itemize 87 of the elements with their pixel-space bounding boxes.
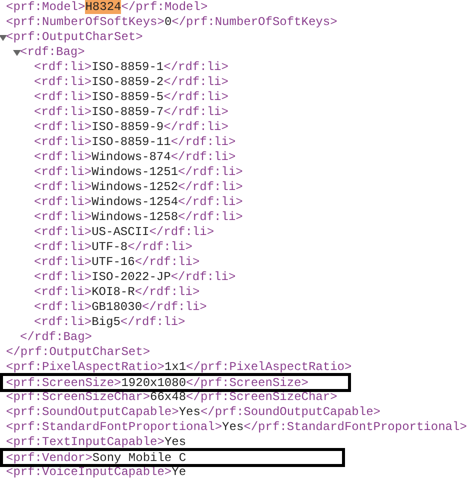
- xml-value: ISO-8859-2: [92, 75, 164, 89]
- xml-tag: <rdf:li>: [34, 90, 92, 104]
- xml-tag: <rdf:li>: [34, 225, 92, 239]
- xml-tag: </rdf:li>: [170, 135, 236, 149]
- xml-tag: </rdf:li>: [178, 165, 243, 179]
- xml-tag: </rdf:li>: [134, 255, 200, 269]
- xml-tag: </prf:ScreenSizeChar>: [186, 390, 338, 404]
- xml-value: 66x48: [150, 390, 186, 404]
- xml-value: Windows-1251: [92, 165, 178, 179]
- xml-tag: <rdf:li>: [34, 75, 92, 89]
- xml-tag: <prf:StandardFontProportional>: [6, 420, 222, 434]
- xml-value: Yes: [222, 420, 244, 434]
- xml-tag: </rdf:li>: [164, 90, 228, 104]
- xml-tag: <rdf:li>: [34, 135, 92, 149]
- xml-tag: </rdf:li>: [178, 210, 243, 224]
- xml-value: GB18030: [92, 300, 142, 314]
- xml-value: Sony Mobile C: [92, 450, 186, 466]
- xml-tag: </rdf:li>: [170, 150, 236, 164]
- xml-tag: </rdf:li>: [178, 195, 243, 209]
- xml-value: Yes: [164, 435, 186, 449]
- xml-value: Big5: [92, 315, 120, 329]
- xml-tag: </rdf:li>: [170, 270, 236, 284]
- xml-tag: </prf:OutputCharSet>: [6, 345, 150, 359]
- xml-tag: <prf:TextInputCapable>: [6, 435, 164, 449]
- xml-tag: <rdf:li>: [34, 315, 92, 329]
- xml-tag: </rdf:li>: [164, 75, 228, 89]
- xml-value: ISO-8859-7: [92, 105, 164, 119]
- xml-value: UTF-8: [92, 240, 128, 254]
- xml-value: 0: [164, 15, 172, 29]
- xml-tag: <rdf:li>: [34, 300, 92, 314]
- xml-tag: <rdf:li>: [34, 255, 92, 269]
- xml-tag: </prf:SoundOutputCapable>: [200, 405, 380, 419]
- xml-tag: </rdf:li>: [142, 300, 207, 314]
- xml-tag: <rdf:li>: [34, 180, 92, 194]
- xml-tag: </rdf:li>: [164, 60, 228, 74]
- xml-tag: </prf:StandardFontProportional>: [244, 420, 467, 434]
- xml-tag: </rdf:li>: [149, 225, 214, 239]
- xml-tag: </rdf:li>: [178, 180, 243, 194]
- xml-value: Windows-1258: [92, 210, 178, 224]
- xml-tag: <rdf:li>: [34, 210, 92, 224]
- xml-value: 1920x1080: [121, 374, 186, 392]
- xml-value: Windows-1252: [92, 180, 178, 194]
- xml-tag: </rdf:li>: [164, 105, 228, 119]
- xml-tag: </prf:NumberOfSoftKeys>: [172, 15, 338, 29]
- xml-value: Windows-1254: [92, 195, 178, 209]
- xml-tag: </prf:PixelAspectRatio>: [186, 360, 352, 374]
- xml-tag: <prf:SoundOutputCapable>: [6, 405, 179, 419]
- xml-tag: <prf:NumberOfSoftKeys>: [6, 15, 164, 29]
- xml-tag: <rdf:li>: [34, 150, 92, 164]
- xml-tag: <prf:OutputCharSet>: [6, 30, 143, 44]
- xml-value: ISO-8859-9: [92, 120, 164, 134]
- xml-tag: </rdf:li>: [164, 120, 228, 134]
- xml-value: 1x1: [164, 360, 186, 374]
- xml-tag: <prf:Model>: [6, 0, 86, 14]
- xml-tag: <prf:ScreenSize>: [6, 374, 122, 392]
- expanded-triangle-icon[interactable]: [13, 49, 21, 57]
- xml-tag: </rdf:Bag>: [20, 330, 92, 344]
- xml-tag: </prf:Model>: [121, 0, 208, 14]
- xml-tag: <rdf:li>: [34, 195, 92, 209]
- xml-tag: <rdf:li>: [34, 165, 92, 179]
- xml-tag: <rdf:Bag>: [20, 45, 85, 59]
- xml-value: ISO-8859-5: [92, 90, 164, 104]
- xml-value: ISO-2022-JP: [92, 270, 171, 284]
- xml-tag: <prf:VoiceInputCapable>: [6, 465, 172, 479]
- xml-value: ISO-8859-11: [92, 135, 171, 149]
- xml-tag: <rdf:li>: [34, 60, 92, 74]
- xml-tag: </prf:ScreenSize>: [186, 374, 308, 392]
- xml-tag: <rdf:li>: [34, 240, 92, 254]
- expanded-triangle-icon[interactable]: [0, 34, 7, 42]
- xml-value: Ye: [172, 465, 186, 479]
- xml-tag: <prf:ScreenSizeChar>: [6, 390, 150, 404]
- xml-value: UTF-16: [92, 255, 135, 269]
- xml-tag: <prf:PixelAspectRatio>: [6, 360, 164, 374]
- xml-value: US-ASCII: [92, 225, 150, 239]
- xml-value: Windows-874: [92, 150, 171, 164]
- xml-tag: <rdf:li>: [34, 120, 92, 134]
- xml-tag: </rdf:li>: [128, 240, 192, 254]
- xml-tag: <prf:Vendor>: [6, 448, 92, 466]
- xml-tag: <rdf:li>: [34, 105, 92, 119]
- xml-value: Yes: [178, 405, 200, 419]
- xml-value: ISO-8859-1: [92, 60, 164, 74]
- xml-value: KOI8-R: [92, 285, 135, 299]
- xml-tag: <rdf:li>: [34, 285, 92, 299]
- xml-tag: <rdf:li>: [34, 270, 92, 284]
- xml-value: H8324: [85, 0, 122, 14]
- xml-tag: </rdf:li>: [134, 285, 200, 299]
- xml-tag: </rdf:li>: [120, 315, 186, 329]
